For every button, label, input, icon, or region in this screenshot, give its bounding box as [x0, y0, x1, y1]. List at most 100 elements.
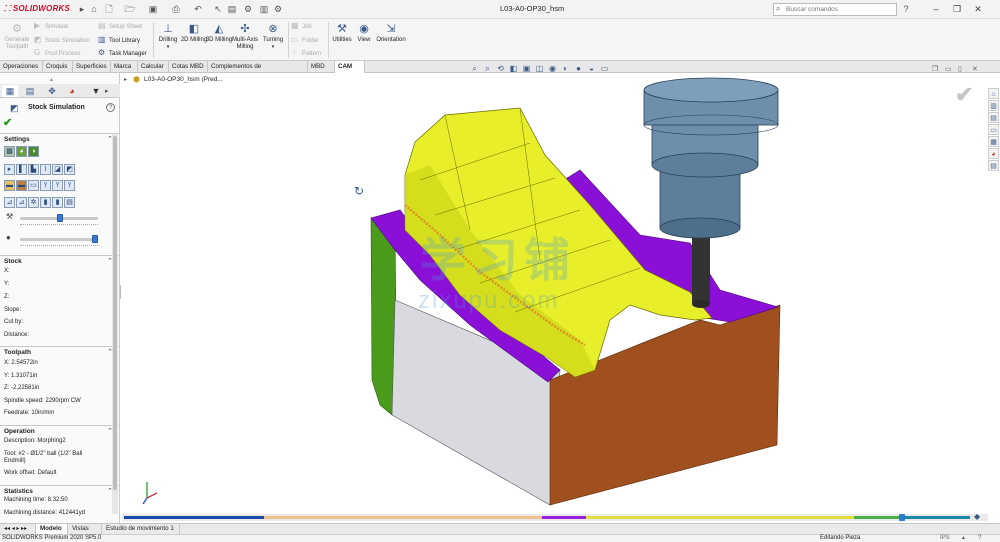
feature-tree-tab-icon[interactable]: ▦ [2, 85, 18, 97]
section-view-icon[interactable]: ◧ [507, 64, 520, 73]
window-split-icon[interactable]: ▯ [958, 65, 962, 73]
toolpath-view-icon[interactable]: ⌇ [40, 164, 51, 175]
tool-shade-icon[interactable]: ⫯ [52, 180, 63, 191]
window-tile-icon[interactable]: ▭ [945, 65, 952, 73]
taskpane-resources-icon[interactable]: ▥ [988, 100, 999, 111]
ok-check-icon[interactable]: ✔ [3, 116, 12, 129]
taskpane-custom-properties-icon[interactable]: ▤ [988, 160, 999, 171]
shank-visible-icon[interactable]: ⊿ [16, 197, 27, 208]
tool-library-button[interactable]: ▥ Tool Library [98, 35, 140, 44]
view-orientation-icon[interactable]: ◫ [533, 64, 546, 73]
simulate-button[interactable]: ▶ Simulate [34, 21, 68, 30]
dynamic-annotation-icon[interactable]: ▣ [520, 64, 533, 73]
status-units[interactable]: IPS [940, 534, 950, 542]
file-properties-icon[interactable]: ▥ [258, 3, 270, 15]
hide-show-icon[interactable]: ◐ [559, 64, 572, 73]
statistics-icon[interactable]: ▤ [64, 197, 75, 208]
taskpane-file-explorer-icon[interactable]: ▭ [988, 124, 999, 135]
multi-axis-milling-button[interactable]: ✣ Multi-Axis Milling [230, 22, 260, 51]
window-restore-small-icon[interactable]: ❐ [932, 65, 938, 73]
tab-operaciones[interactable]: Operaciones [0, 61, 43, 73]
timeline-playhead[interactable] [899, 514, 905, 521]
timeline-end-icon[interactable]: ◆ [974, 512, 980, 521]
tool-view-icon[interactable]: ▌ [16, 164, 27, 175]
setup-sheet-button[interactable]: ▤ Setup Sheet [98, 21, 142, 30]
taskpane-home-icon[interactable]: ⌂ [988, 88, 999, 99]
stock-view-icon[interactable]: ▸ [4, 164, 15, 175]
comparison-mode-icon[interactable]: ◑ [28, 146, 39, 157]
fixture-view-icon[interactable]: ◩ [64, 164, 75, 175]
taskpane-design-library-icon[interactable]: ▤ [988, 112, 999, 123]
display-manager-tab-icon[interactable]: ◕ [64, 85, 80, 97]
edit-appearance-icon[interactable]: ● [572, 64, 585, 73]
help-icon[interactable]: ? [106, 103, 115, 112]
drilling-button[interactable]: ⊥ Drilling ▾ [155, 22, 181, 51]
stock-section-header[interactable]: Stock ⌃ [0, 255, 119, 266]
taskpane-view-palette-icon[interactable]: ▦ [988, 136, 999, 147]
tool-visible-icon[interactable]: ⊿ [4, 197, 15, 208]
minimize-icon[interactable]: – [929, 2, 943, 16]
tool-color-icon[interactable]: ⫯ [40, 180, 51, 191]
holder-view-icon[interactable]: ▙ [28, 164, 39, 175]
tab-calcular[interactable]: Calcular [138, 61, 169, 73]
transparent-icon[interactable]: ▭ [28, 180, 39, 191]
tool-wire-icon[interactable]: ⫯ [64, 180, 75, 191]
part-view-icon[interactable]: ◪ [52, 164, 63, 175]
tab-mbd[interactable]: MBD [308, 61, 335, 73]
tab-complementos[interactable]: Complementos de SOLIDWORKS [208, 61, 308, 82]
utilities-button[interactable]: ⚒ Utilities [330, 22, 354, 44]
status-units-arrow-icon[interactable]: ▴ [962, 534, 965, 542]
tab-superficies[interactable]: Superficies [73, 61, 111, 73]
more-tabs-icon[interactable]: ▸ [105, 87, 109, 95]
pattern-button[interactable]: ⁘ Pattern [291, 48, 321, 57]
menu-arrow-icon[interactable]: ▸ [76, 3, 88, 15]
3d-milling-button[interactable]: ◭ 3D Milling [205, 22, 233, 44]
stock-simulation-button[interactable]: ◩ Stock Simulation [34, 35, 90, 44]
search-input[interactable]: Buscar comandos [773, 3, 897, 16]
turning-button[interactable]: ⊗ Turning ▾ [260, 22, 286, 51]
transparency-slider-thumb[interactable] [57, 214, 63, 222]
holder-icon[interactable]: ▮ [52, 197, 63, 208]
tab-croquis[interactable]: Croquis [43, 61, 73, 73]
rebuild-icon[interactable]: ▤ [226, 3, 238, 15]
home-icon[interactable]: ⌂ [88, 3, 100, 15]
cam-tab-icon[interactable]: ▼ [88, 85, 104, 97]
close-icon[interactable]: ✕ [971, 2, 985, 16]
panel-scrollbar-thumb[interactable] [113, 136, 117, 490]
statistics-section-header[interactable]: Statistics ⌃ [0, 485, 119, 496]
2d-milling-button[interactable]: ◧ 2D Milling [180, 22, 208, 44]
tab-estudio-movimiento[interactable]: Estudio de movimiento 1 [102, 524, 180, 534]
speed-slider-track[interactable] [20, 238, 98, 241]
taskpane-appearances-icon[interactable]: ◕ [988, 148, 999, 159]
toolpath-section-header[interactable]: Toolpath ⌃ [0, 346, 119, 357]
view-settings-icon[interactable]: ▭ [598, 64, 611, 73]
display-style-icon[interactable]: ◉ [546, 64, 559, 73]
maximize-icon[interactable]: ❐ [950, 2, 964, 16]
tab-cotas-mbd[interactable]: Cotas MBD [169, 61, 208, 73]
collision-icon[interactable]: ✲ [28, 197, 39, 208]
tab-scroll-arrows[interactable]: ◂◂ ◂ ▸ ▸▸ [0, 524, 36, 534]
configuration-tab-icon[interactable]: ✥ [44, 85, 60, 97]
open-folder-icon[interactable]: 🗁 [124, 3, 136, 15]
gouge-icon[interactable]: ▮ [40, 197, 51, 208]
save-icon[interactable]: ▣ [147, 3, 159, 15]
view-button[interactable]: ◉ View [354, 22, 374, 44]
color-by-operation-icon[interactable]: ▬ [4, 180, 15, 191]
operation-section-header[interactable]: Operation ⌃ [0, 425, 119, 436]
options-gear-icon[interactable]: ⚙ [242, 3, 254, 15]
folder-button[interactable]: ▭ Folder [291, 35, 319, 44]
generate-toolpath-button[interactable]: ⚙ Generate Toolpath [2, 22, 32, 51]
material-mode-icon[interactable]: ◕ [16, 146, 27, 157]
job-button[interactable]: ▦ Job [291, 21, 312, 30]
orientation-button[interactable]: ⇲ Orientation [375, 22, 407, 44]
task-manager-button[interactable]: ⚙ Task Manager [98, 48, 147, 57]
new-document-icon[interactable]: 🗋 [103, 3, 115, 15]
search-icon[interactable]: ⌕ [776, 4, 780, 14]
speed-slider-thumb[interactable] [92, 235, 98, 243]
property-manager-tab-icon[interactable]: ▤ [22, 85, 38, 97]
tab-vistas-3d[interactable]: Vistas 3D [68, 524, 102, 542]
stock-mode-icon[interactable]: ▩ [4, 146, 15, 157]
post-process-button[interactable]: G Post Process [34, 48, 80, 57]
help-icon[interactable]: ? [900, 3, 912, 15]
status-help-icon[interactable]: ? [978, 534, 981, 542]
